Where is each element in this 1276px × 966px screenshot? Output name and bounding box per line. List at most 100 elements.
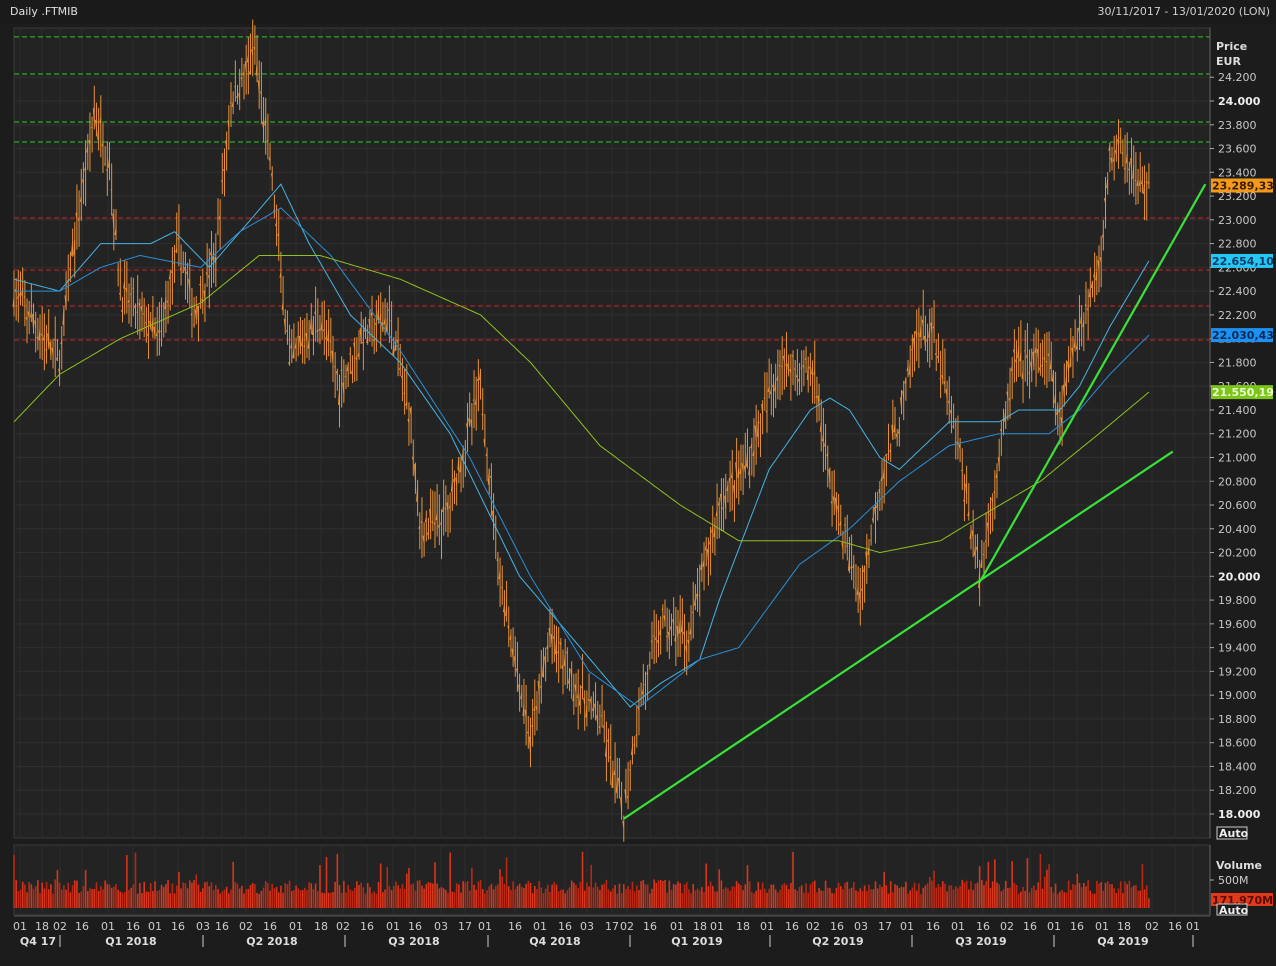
date-tick-label: 01 <box>101 920 115 933</box>
price-tick-label: 18.400 <box>1218 760 1257 773</box>
price-tick-label: 21.200 <box>1218 428 1257 441</box>
price-bar-open <box>216 231 219 233</box>
price-tick-label: 18.200 <box>1218 784 1257 797</box>
date-tick-label: 16 <box>785 920 799 933</box>
price-tick-label: 18.000 <box>1218 808 1261 821</box>
date-tick-label: 01 <box>951 920 965 933</box>
date-tick-label: 17 <box>458 920 472 933</box>
date-tick-label: 16 <box>408 920 422 933</box>
date-tick-label: 17 <box>878 920 892 933</box>
date-tick-label: 16 <box>215 920 229 933</box>
price-bar-open <box>1045 360 1048 363</box>
quarter-label: Q2 2018 <box>246 935 297 948</box>
price-chart[interactable]: PriceEUR24.20024.00023.80023.60023.40023… <box>0 0 1276 966</box>
date-tick-label: 16 <box>926 920 940 933</box>
quarter-label: Q3 2019 <box>955 935 1006 948</box>
date-tick-label: 01 <box>386 920 400 933</box>
price-tick-label: 21.800 <box>1218 356 1257 369</box>
price-tick-label: 19.800 <box>1218 594 1257 607</box>
date-tick-label: 02 <box>53 920 67 933</box>
date-tick-label: 18 <box>693 920 707 933</box>
quarter-label: Q3 2018 <box>388 935 439 948</box>
date-tick-label: 02 <box>806 920 820 933</box>
price-tick-label: 20.000 <box>1218 570 1261 583</box>
price-tick-label: 18.600 <box>1218 737 1257 750</box>
date-tick-label: 02 <box>1000 920 1014 933</box>
date-tick-label: 18 <box>35 920 49 933</box>
price-bar-open <box>266 139 269 142</box>
price-bar-open <box>652 635 655 637</box>
date-tick-label: 03 <box>196 920 210 933</box>
price-tick-label: 22.400 <box>1218 285 1257 298</box>
date-tick-label: 16 <box>976 920 990 933</box>
date-tick-label: 02 <box>239 920 253 933</box>
quarter-label: Q4 2018 <box>529 935 580 948</box>
date-tick-label: 01 <box>478 920 492 933</box>
auto-scale-label: Auto <box>1219 827 1249 840</box>
volume-auto-label: Auto <box>1219 904 1249 917</box>
date-tick-label: 16 <box>558 920 572 933</box>
price-tick-label: 23.800 <box>1218 119 1257 132</box>
ma-medium-value: 22.030,43 <box>1212 329 1274 342</box>
price-bar-open <box>129 293 132 296</box>
quarter-label: Q1 2019 <box>671 935 722 948</box>
price-tick-label: 23.400 <box>1218 166 1257 179</box>
price-bar-open <box>344 375 347 378</box>
price-bar-open <box>500 586 503 589</box>
price-bar-open <box>173 262 175 265</box>
price-bar-open <box>785 364 787 366</box>
price-axis-label: Price <box>1216 40 1247 53</box>
price-bar-open <box>800 367 803 369</box>
date-tick-label: 18 <box>1117 920 1131 933</box>
ma-short-value: 22.654,10 <box>1212 255 1274 268</box>
price-bar-open <box>160 330 162 333</box>
date-tick-label: 02 <box>1145 920 1159 933</box>
price-tick-label: 19.600 <box>1218 618 1257 631</box>
price-tick-label: 24.000 <box>1218 95 1261 108</box>
price-tick-label: 23.600 <box>1218 143 1257 156</box>
price-bar-open <box>234 85 236 88</box>
price-tick-label: 23.000 <box>1218 214 1257 227</box>
price-bar-open <box>333 365 336 368</box>
price-bar-open <box>329 340 332 343</box>
date-tick-label: 16 <box>1023 920 1037 933</box>
price-bar-open <box>90 126 93 129</box>
date-tick-label: 01 <box>670 920 684 933</box>
date-tick-label: 18 <box>314 920 328 933</box>
price-tick-label: 19.000 <box>1218 689 1257 702</box>
price-tick-label: 22.800 <box>1218 238 1257 251</box>
date-tick-label: 16 <box>126 920 140 933</box>
price-tick-label: 21.000 <box>1218 451 1257 464</box>
date-tick-label: 16 <box>360 920 374 933</box>
date-tick-label: 01 <box>148 920 162 933</box>
price-bar-open <box>633 744 635 746</box>
quarter-label: Q2 2019 <box>812 935 863 948</box>
date-tick-label: 16 <box>1070 920 1084 933</box>
price-bar-open <box>665 635 668 638</box>
date-tick-label: 18 <box>736 920 750 933</box>
price-bar-open <box>843 524 846 527</box>
date-tick-label: 16 <box>830 920 844 933</box>
price-bar-open <box>648 664 651 666</box>
date-tick-label: 02 <box>336 920 350 933</box>
price-bar-open <box>854 588 857 590</box>
ma-long-value: 21.550,19 <box>1212 386 1274 399</box>
date-tick-label: 01 <box>13 920 27 933</box>
date-tick-label: 16 <box>1168 920 1182 933</box>
price-tick-label: 22.200 <box>1218 309 1257 322</box>
volume-axis-label: Volume <box>1216 859 1262 872</box>
date-tick-label: 16 <box>263 920 277 933</box>
price-bar-open <box>698 594 701 597</box>
volume-tick-label: 500M <box>1218 874 1249 887</box>
date-tick-label: 16 <box>643 920 657 933</box>
date-tick-label: 01 <box>533 920 547 933</box>
currency-label: EUR <box>1216 55 1241 68</box>
date-tick-label: 01 <box>1186 920 1200 933</box>
quarter-label: Q4 2019 <box>1097 935 1148 948</box>
last-price-value: 23.289,33 <box>1212 179 1274 192</box>
date-tick-label: 03 <box>434 920 448 933</box>
date-tick-label: 03 <box>580 920 594 933</box>
date-tick-label: 17 <box>605 920 619 933</box>
price-bar-open <box>142 312 145 315</box>
date-tick-label: 03 <box>854 920 868 933</box>
